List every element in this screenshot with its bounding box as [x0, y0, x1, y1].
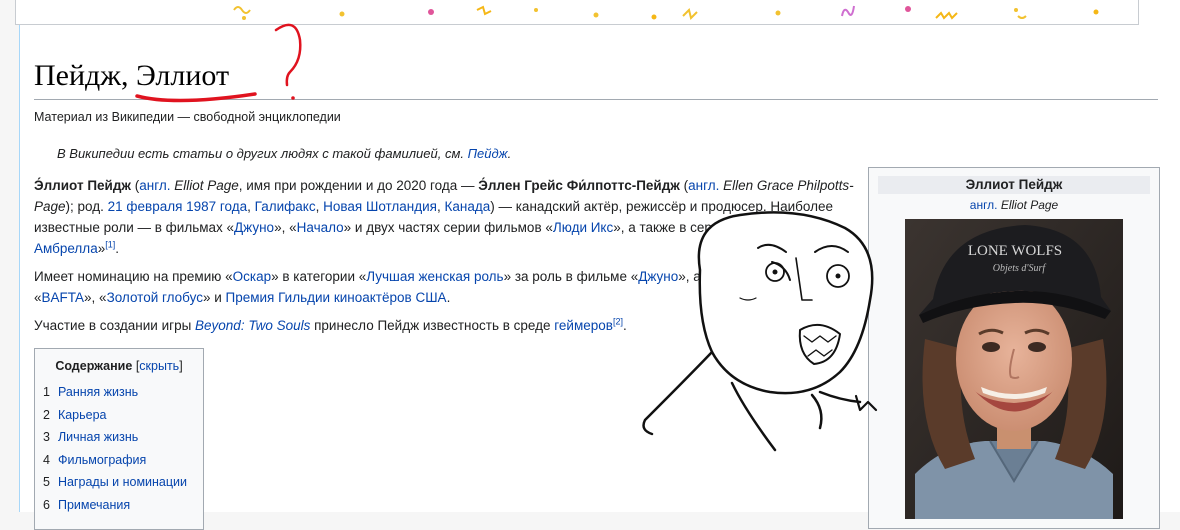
toc-list: 1 Ранняя жизнь 2 Карьера 3 Личная жизнь 4 Фи…	[35, 383, 203, 518]
lead-paragraph-3: Участие в создании игры Beyond: Two Soul…	[34, 316, 627, 333]
infobox: Эллиот Пейдж англ. Elliot Page LONE WOLF…	[868, 167, 1160, 529]
page-title: Пейдж, Эллиот	[34, 59, 230, 92]
country-link[interactable]: Канада	[445, 199, 491, 214]
birth-name: Э́ллен Грейс Фи́лпоттс-Пейдж	[478, 178, 680, 193]
film-link-juno[interactable]: Джуно	[234, 220, 274, 235]
award-link-golden-globe[interactable]: Золотой глобус	[107, 290, 203, 305]
site-tagline: Материал из Википедии — свободной энцикл…	[34, 110, 341, 124]
subject-name: Э́ллиот Пейдж	[34, 178, 131, 193]
award-link-bafta[interactable]: BAFTA	[42, 290, 85, 305]
lead-paragraph-2: Имеет номинацию на премию «Оскар» в кате…	[34, 269, 832, 305]
cap-logo-subtext: Objets d'Surf	[993, 263, 1047, 274]
reference-1[interactable]: [1]	[105, 240, 115, 250]
toc-item[interactable]: 6 Примечания	[43, 496, 203, 519]
toc-item[interactable]: 1 Ранняя жизнь	[43, 383, 203, 406]
toc-item-link[interactable]: Ранняя жизнь	[58, 385, 138, 399]
hatnote: В Википедии есть статьи о других людях с…	[57, 146, 511, 161]
province-link[interactable]: Новая Шотландия	[323, 199, 437, 214]
hatnote-link[interactable]: Пейдж	[468, 146, 508, 161]
award-link-oscar[interactable]: Оскар	[233, 269, 271, 284]
toc-toggle-link[interactable]: скрыть	[139, 359, 179, 373]
portrait-photo[interactable]: LONE WOLFS Objets d'Surf	[905, 219, 1123, 519]
category-link[interactable]: Лучшая женская роль	[366, 269, 503, 284]
toc-item-link[interactable]: Фильмография	[58, 453, 146, 467]
table-of-contents: Содержание [скрыть] 1 Ранняя жизнь 2 Карье…	[34, 348, 204, 530]
toc-item-link[interactable]: Примечания	[58, 498, 130, 512]
title-divider	[34, 99, 1158, 100]
lang-link[interactable]: англ.	[139, 178, 170, 193]
toc-item[interactable]: 3 Личная жизнь	[43, 428, 203, 451]
portrait-image: LONE WOLFS Objets d'Surf	[905, 219, 1123, 519]
toc-item[interactable]: 4 Фильмография	[43, 451, 203, 474]
toc-item-link[interactable]: Карьера	[58, 408, 107, 422]
lead-paragraph-1: Э́ллиот Пейдж (англ. Elliot Page, имя пр…	[34, 178, 854, 256]
infobox-subtitle: англ. Elliot Page	[869, 198, 1159, 212]
english-name: Elliot Page	[170, 178, 239, 193]
award-link-sag[interactable]: Премия Гильдии киноактёров США	[226, 290, 447, 305]
toc-header: Содержание [скрыть]	[55, 359, 183, 373]
infobox-title: Эллиот Пейдж	[878, 176, 1150, 194]
infobox-english-name: Elliot Page	[997, 198, 1059, 212]
hatnote-end: .	[507, 146, 512, 161]
birth-date-link[interactable]: 21 февраля 1987 года	[108, 199, 248, 214]
toc-item-link[interactable]: Личная жизнь	[58, 430, 138, 444]
film-link-inception[interactable]: Начало	[297, 220, 344, 235]
gamers-link[interactable]: геймеров	[554, 318, 613, 333]
reference-2[interactable]: [2]	[613, 317, 623, 327]
toc-title: Содержание	[55, 359, 133, 373]
film-link-juno-2[interactable]: Джуно	[638, 269, 678, 284]
game-link[interactable]: Beyond: Two Souls	[195, 318, 310, 333]
cap-logo-text: LONE WOLFS	[968, 243, 1062, 259]
lang-link[interactable]: англ.	[970, 198, 998, 212]
toc-item-link[interactable]: Награды и номинации	[58, 475, 187, 489]
film-link-xmen[interactable]: Люди Икс	[553, 220, 613, 235]
hatnote-text: В Википедии есть статьи о других людях с…	[57, 146, 468, 161]
city-link[interactable]: Галифакс	[255, 199, 316, 214]
lang-link[interactable]: англ.	[688, 178, 719, 193]
toc-item[interactable]: 5 Награды и номинации	[43, 473, 203, 496]
article-lead: Э́ллиот Пейдж (англ. Elliot Page, имя пр…	[34, 175, 864, 343]
toc-item[interactable]: 2 Карьера	[43, 406, 203, 429]
confetti-decoration-icon	[233, 5, 1099, 20]
celebration-banner	[15, 0, 1139, 25]
